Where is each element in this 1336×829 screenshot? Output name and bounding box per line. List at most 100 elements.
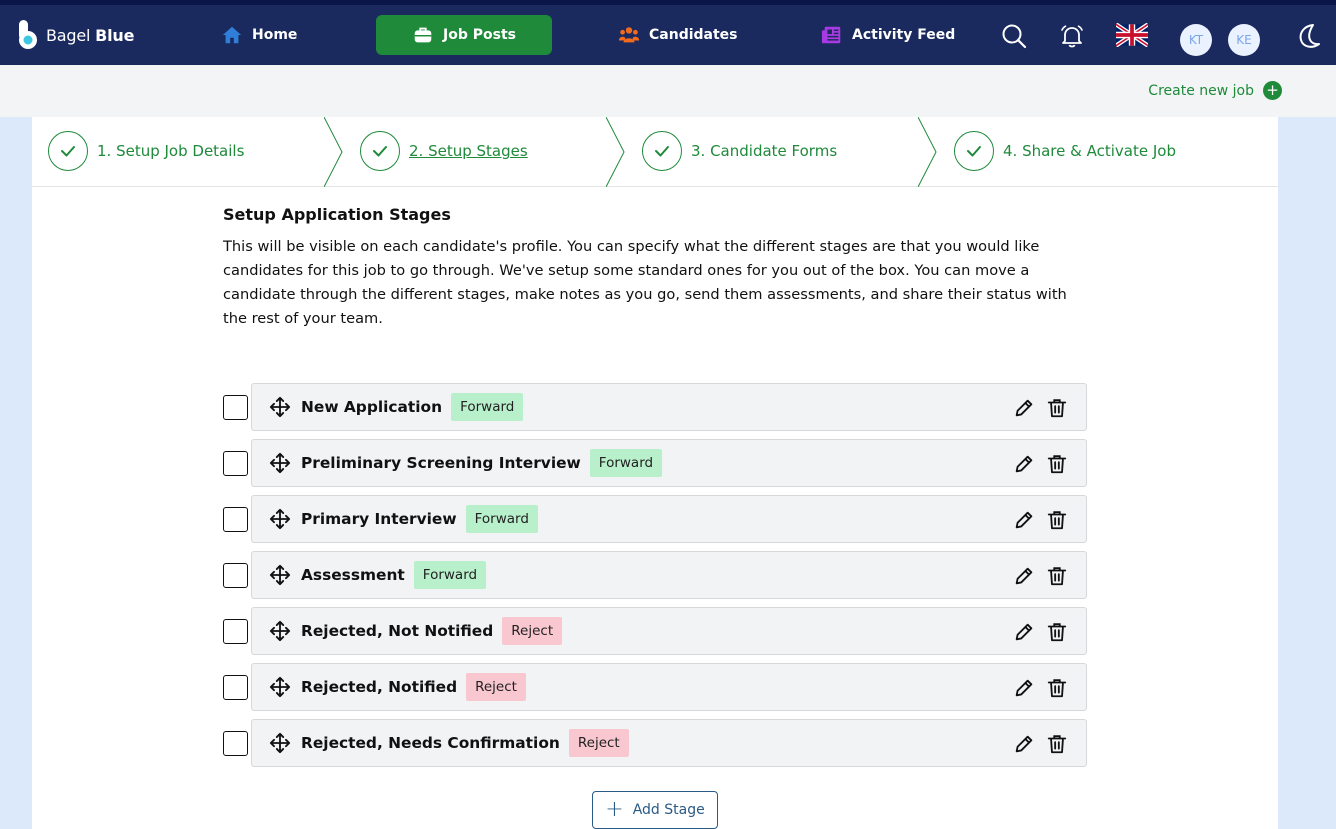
stage-type-badge: Forward <box>413 561 487 589</box>
move-icon[interactable] <box>269 508 291 530</box>
pencil-icon[interactable] <box>1013 565 1035 587</box>
stages-section: Setup Application Stages This will be vi… <box>223 205 1093 331</box>
plus-circle-icon: + <box>1263 81 1282 100</box>
brand-logo[interactable]: Bagel Blue <box>18 19 134 51</box>
move-icon[interactable] <box>269 452 291 474</box>
plus-icon: + <box>605 797 624 822</box>
stage-card[interactable]: Preliminary Screening Interview Forward <box>251 439 1087 487</box>
list-item: Rejected, Not Notified Reject <box>223 607 1087 655</box>
bagel-logo-icon <box>19 20 37 49</box>
trash-icon[interactable] <box>1046 397 1068 419</box>
step-setup-stages[interactable]: 2. Setup Stages <box>360 131 528 171</box>
move-icon[interactable] <box>269 396 291 418</box>
add-stage-label: Add Stage <box>632 802 705 818</box>
step-divider <box>324 117 343 187</box>
search-icon[interactable] <box>1000 22 1028 50</box>
moon-icon[interactable] <box>1294 21 1324 51</box>
step-label: 4. Share & Activate Job <box>1003 142 1176 160</box>
check-icon <box>642 131 682 171</box>
trash-icon[interactable] <box>1046 565 1068 587</box>
stage-type-badge: Forward <box>589 449 663 477</box>
newspaper-icon <box>821 26 841 44</box>
avatar-initials: KT <box>1188 33 1204 47</box>
stage-type-badge: Forward <box>451 393 524 421</box>
step-share-activate-job[interactable]: 4. Share & Activate Job <box>954 131 1176 171</box>
list-item: Assessment Forward <box>223 551 1087 599</box>
move-icon[interactable] <box>269 620 291 642</box>
list-item: New Application Forward <box>223 383 1087 431</box>
step-divider <box>918 117 937 187</box>
pencil-icon[interactable] <box>1013 397 1035 419</box>
nav-candidates-label: Candidates <box>649 27 738 43</box>
stage-name: Rejected, Needs Confirmation <box>301 734 560 752</box>
job-setup-card: 1. Setup Job Details 2. Setup Stages 3. … <box>32 117 1278 829</box>
section-description: This will be visible on each candidate's… <box>223 238 1067 327</box>
step-divider <box>606 117 625 187</box>
create-new-job-label: Create new job <box>1148 82 1254 99</box>
create-new-job-link[interactable]: Create new job + <box>1148 81 1282 100</box>
avatar[interactable]: KT <box>1180 24 1212 56</box>
step-setup-job-details[interactable]: 1. Setup Job Details <box>48 131 244 171</box>
pencil-icon[interactable] <box>1013 621 1035 643</box>
list-item: Primary Interview Forward <box>223 495 1087 543</box>
stage-card[interactable]: Assessment Forward <box>251 551 1087 599</box>
trash-icon[interactable] <box>1046 453 1068 475</box>
stage-checkbox[interactable] <box>223 675 248 700</box>
avatar-initials: KE <box>1236 33 1252 47</box>
move-icon[interactable] <box>269 732 291 754</box>
check-icon <box>360 131 400 171</box>
users-icon <box>618 27 640 43</box>
top-navbar: Bagel Blue Home Job Posts Candidates Act… <box>0 5 1336 65</box>
trash-icon[interactable] <box>1046 733 1068 755</box>
stage-name: Assessment <box>301 566 405 584</box>
trash-icon[interactable] <box>1046 677 1068 699</box>
nav-job-posts-label: Job Posts <box>443 27 516 43</box>
stages-list: New Application Forward Preliminary Screen… <box>223 383 1087 775</box>
stage-type-badge: Forward <box>465 505 538 533</box>
nav-activity-feed[interactable]: Activity Feed <box>821 15 955 55</box>
brand-name: Bagel Blue <box>46 25 135 45</box>
stage-card[interactable]: Rejected, Needs Confirmation Reject <box>251 719 1087 767</box>
bell-icon[interactable] <box>1058 22 1086 50</box>
nav-job-posts[interactable]: Job Posts <box>376 15 552 55</box>
step-label: 2. Setup Stages <box>409 142 528 160</box>
stage-checkbox[interactable] <box>223 507 248 532</box>
setup-stepper: 1. Setup Job Details 2. Setup Stages 3. … <box>32 117 1278 187</box>
stage-type-badge: Reject <box>466 673 526 701</box>
nav-candidates[interactable]: Candidates <box>618 15 738 55</box>
step-label: 3. Candidate Forms <box>691 142 838 160</box>
move-icon[interactable] <box>269 676 291 698</box>
list-item: Rejected, Notified Reject <box>223 663 1087 711</box>
stage-type-badge: Reject <box>502 617 563 645</box>
stage-name: Preliminary Screening Interview <box>301 454 581 472</box>
step-label: 1. Setup Job Details <box>97 142 245 160</box>
stage-checkbox[interactable] <box>223 563 248 588</box>
trash-icon[interactable] <box>1046 621 1068 643</box>
stage-name: Primary Interview <box>301 510 457 528</box>
trash-icon[interactable] <box>1046 509 1068 531</box>
avatar[interactable]: KE <box>1228 24 1260 56</box>
check-icon <box>48 131 88 171</box>
stage-name: New Application <box>301 398 443 416</box>
stage-name: Rejected, Notified <box>301 678 458 696</box>
nav-home[interactable]: Home <box>221 15 297 55</box>
pencil-icon[interactable] <box>1013 733 1035 755</box>
stage-card[interactable]: Primary Interview Forward <box>251 495 1087 543</box>
pencil-icon[interactable] <box>1013 453 1035 475</box>
step-candidate-forms[interactable]: 3. Candidate Forms <box>642 131 837 171</box>
stage-checkbox[interactable] <box>223 731 248 756</box>
stage-card[interactable]: Rejected, Notified Reject <box>251 663 1087 711</box>
check-icon <box>954 131 994 171</box>
pencil-icon[interactable] <box>1013 677 1035 699</box>
add-stage-button[interactable]: + Add Stage <box>592 791 718 829</box>
stage-checkbox[interactable] <box>223 619 248 644</box>
stage-checkbox[interactable] <box>223 451 248 476</box>
stage-card[interactable]: New Application Forward <box>251 383 1087 431</box>
pencil-icon[interactable] <box>1013 509 1035 531</box>
stage-type-badge: Reject <box>568 729 629 757</box>
list-item: Rejected, Needs Confirmation Reject <box>223 719 1087 767</box>
move-icon[interactable] <box>269 564 291 586</box>
stage-card[interactable]: Rejected, Not Notified Reject <box>251 607 1087 655</box>
stage-checkbox[interactable] <box>223 395 248 420</box>
uk-flag-icon[interactable] <box>1116 23 1148 47</box>
